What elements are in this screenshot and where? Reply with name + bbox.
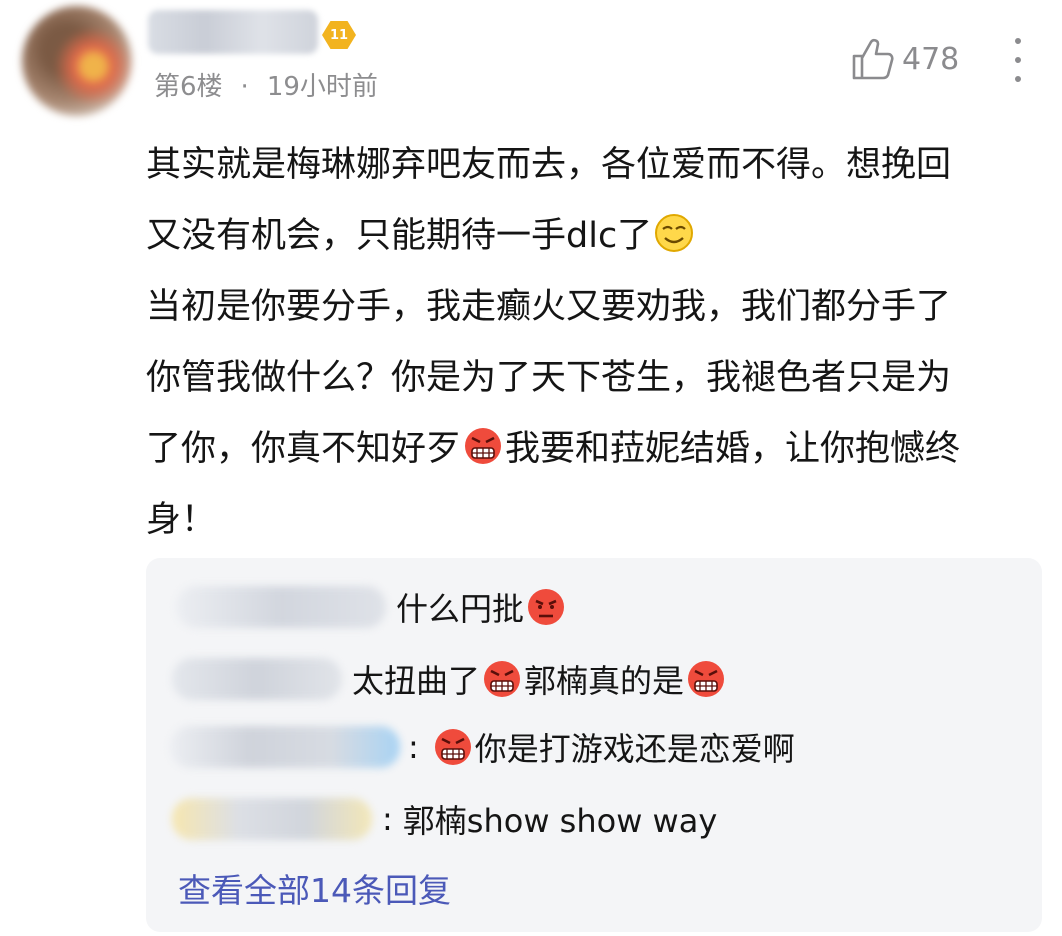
avatar[interactable] (22, 6, 132, 116)
comment-line: 又没有机会，只能期待一手dlc了 (146, 201, 1036, 272)
reply-author-blurred[interactable] (170, 726, 400, 768)
comment-line-text: 又没有机会，只能期待一手dlc了 (146, 216, 653, 256)
reply-text: 郭楠真的是 (524, 662, 685, 700)
comment-body: 其实就是梅琳娜弃吧友而去，各位爱而不得。想挽回 又没有机会，只能期待一手dlc了… (146, 130, 1036, 556)
thumbs-up-icon (852, 38, 894, 80)
level-badge-number: 11 (322, 21, 356, 49)
angry-grimace-icon (465, 428, 502, 464)
reply-text: 你是打游戏还是恋爱啊 (474, 730, 795, 768)
more-dot-icon (1015, 57, 1021, 63)
view-all-replies-link[interactable]: 查看全部14条回复 (178, 864, 451, 912)
comment-line: 了你，你真不知好歹 我要和菈妮结婚，让你抱憾终 (146, 414, 1036, 485)
reply-text: 郭楠show show way (402, 802, 718, 840)
angry-grimace-icon (484, 661, 521, 697)
reply-colon: : (408, 728, 419, 766)
angry-grimace-icon (688, 661, 725, 697)
reply-panel: 什么円批 太扭曲了 郭楠真的是 : 你是打游戏还是恋爱啊 : 郭楠show sh… (146, 558, 1042, 932)
reply-item[interactable]: 什么円批 (146, 580, 568, 634)
reply-text: 太扭曲了 (352, 662, 481, 700)
like-button[interactable]: 478 (850, 34, 959, 84)
angry-grimace-icon (434, 729, 471, 765)
comment-line: 其实就是梅琳娜弃吧友而去，各位爱而不得。想挽回 (146, 145, 952, 185)
reply-item[interactable]: : 郭楠show show way (146, 792, 717, 846)
floor-label: 第6楼 (154, 72, 223, 102)
reply-author-blurred[interactable] (176, 586, 386, 628)
angry-face-icon (528, 589, 565, 625)
comment-meta: 第6楼 · 19小时前 (154, 66, 378, 103)
comment-line: 身！ (146, 500, 217, 540)
more-dot-icon (1015, 76, 1021, 82)
comment-line-text: 了你，你真不知好歹 (146, 429, 462, 469)
reply-item[interactable]: 太扭曲了 郭楠真的是 (146, 652, 728, 706)
comment-line-text: 我要和菈妮结婚，让你抱憾终 (505, 429, 961, 469)
like-count: 478 (902, 41, 960, 77)
reply-author-blurred[interactable] (172, 658, 342, 700)
reply-item[interactable]: : 你是打游戏还是恋爱啊 (146, 720, 795, 774)
reply-text: 什么円批 (396, 590, 525, 628)
more-options-button[interactable] (1008, 38, 1028, 82)
reply-colon: : (382, 800, 393, 838)
meta-separator: · (240, 72, 249, 102)
timestamp: 19小时前 (266, 72, 378, 102)
comment-line: 你管我做什么？你是为了天下苍生，我褪色者只是为 (146, 358, 952, 398)
reply-author-blurred[interactable] (172, 798, 372, 840)
level-badge: 11 (320, 20, 358, 50)
username-blurred[interactable] (148, 10, 318, 54)
smirk-face-icon (655, 214, 694, 252)
more-dot-icon (1015, 38, 1021, 44)
comment-line: 当初是你要分手，我走癫火又要劝我，我们都分手了 (146, 287, 952, 327)
